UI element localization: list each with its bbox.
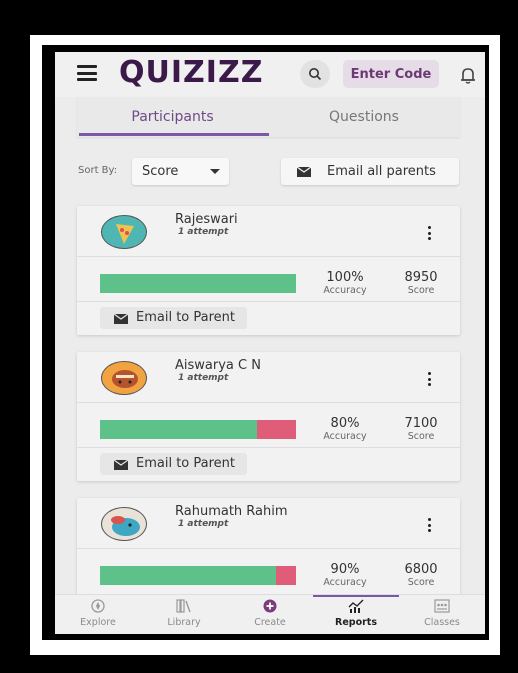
search-button[interactable]: [300, 60, 330, 88]
nav-reports[interactable]: Reports: [313, 595, 399, 634]
email-to-parent-label: Email to Parent: [136, 310, 235, 325]
menu-icon[interactable]: [77, 65, 97, 81]
accuracy-label: Accuracy: [323, 431, 367, 442]
more-options-icon[interactable]: [428, 226, 432, 240]
accuracy-label: Accuracy: [323, 285, 367, 296]
nav-label: Create: [254, 617, 286, 628]
nav-explore[interactable]: Explore: [55, 595, 141, 634]
library-icon: [176, 599, 191, 613]
score-label: Score: [407, 577, 435, 588]
email-to-parent-button[interactable]: Email to Parent: [100, 453, 247, 475]
attempt-count: 1 attempt: [178, 227, 229, 237]
envelope-icon: [114, 460, 128, 470]
bell-icon[interactable]: [457, 65, 479, 85]
top-app-bar: QUIZIZZ Enter Code: [55, 52, 485, 97]
tab-participants[interactable]: Participants: [77, 97, 268, 137]
score-value: 8950: [404, 270, 438, 285]
attempt-count: 1 attempt: [178, 373, 229, 383]
app-screen: QUIZIZZ Enter Code Participants Question…: [55, 52, 485, 634]
bottom-navigation: Explore Library Create Reports Classes: [55, 594, 485, 634]
avatar: [101, 361, 147, 395]
avatar: [101, 507, 147, 541]
quizizz-logo[interactable]: QUIZIZZ: [119, 55, 263, 90]
accuracy-value: 90%: [330, 562, 360, 577]
participant-card[interactable]: Aiswarya C N 1 attempt 80% Accuracy 7100…: [77, 352, 460, 481]
accuracy-value: 80%: [330, 416, 360, 431]
participant-name: Rajeswari: [175, 212, 238, 227]
nav-label: Explore: [80, 617, 116, 628]
report-tabs: Participants Questions: [77, 97, 460, 137]
classes-icon: [434, 599, 450, 613]
score-value: 7100: [404, 416, 438, 431]
nav-classes[interactable]: Classes: [399, 595, 485, 634]
chevron-down-icon: [210, 169, 220, 174]
more-options-icon[interactable]: [428, 518, 432, 532]
accuracy-bar: [100, 274, 296, 293]
divider: [77, 548, 460, 549]
accuracy-bar: [100, 566, 296, 585]
nav-label: Classes: [424, 617, 460, 628]
accuracy-bar-fill: [100, 274, 296, 293]
plus-circle-icon: [263, 599, 277, 613]
accuracy-label: Accuracy: [323, 577, 367, 588]
accuracy-value: 100%: [326, 270, 364, 285]
sort-dropdown-value: Score: [142, 164, 179, 179]
more-options-icon[interactable]: [428, 372, 432, 386]
envelope-icon: [297, 167, 311, 177]
attempt-count: 1 attempt: [178, 519, 229, 529]
nav-library[interactable]: Library: [141, 595, 227, 634]
enter-code-button[interactable]: Enter Code: [343, 60, 439, 88]
search-icon: [309, 68, 322, 81]
tab-questions[interactable]: Questions: [268, 97, 460, 137]
sort-dropdown[interactable]: Score: [132, 158, 229, 185]
divider: [77, 301, 460, 302]
nav-label: Reports: [335, 617, 377, 628]
avatar: [101, 215, 147, 249]
email-all-parents-label: Email all parents: [327, 164, 436, 179]
accuracy-bar: [100, 420, 296, 439]
participant-name: Aiswarya C N: [175, 358, 261, 373]
active-tab-indicator: [79, 133, 269, 136]
score-value: 6800: [404, 562, 438, 577]
score-label: Score: [407, 285, 435, 296]
email-to-parent-label: Email to Parent: [136, 456, 235, 471]
sort-by-label: Sort By:: [78, 165, 118, 176]
nav-label: Library: [167, 617, 201, 628]
reports-icon: [348, 599, 364, 613]
compass-icon: [91, 599, 105, 613]
accuracy-bar-fill: [100, 420, 257, 439]
email-all-parents-button[interactable]: Email all parents: [281, 158, 459, 185]
participant-card[interactable]: Rajeswari 1 attempt 100% Accuracy 8950 S…: [77, 206, 460, 335]
divider: [77, 402, 460, 403]
accuracy-bar-fill: [100, 566, 277, 585]
divider: [77, 256, 460, 257]
email-to-parent-button[interactable]: Email to Parent: [100, 307, 247, 329]
participant-name: Rahumath Rahim: [175, 504, 288, 519]
envelope-icon: [114, 314, 128, 324]
divider: [77, 447, 460, 448]
score-label: Score: [407, 431, 435, 442]
nav-create[interactable]: Create: [227, 595, 313, 634]
